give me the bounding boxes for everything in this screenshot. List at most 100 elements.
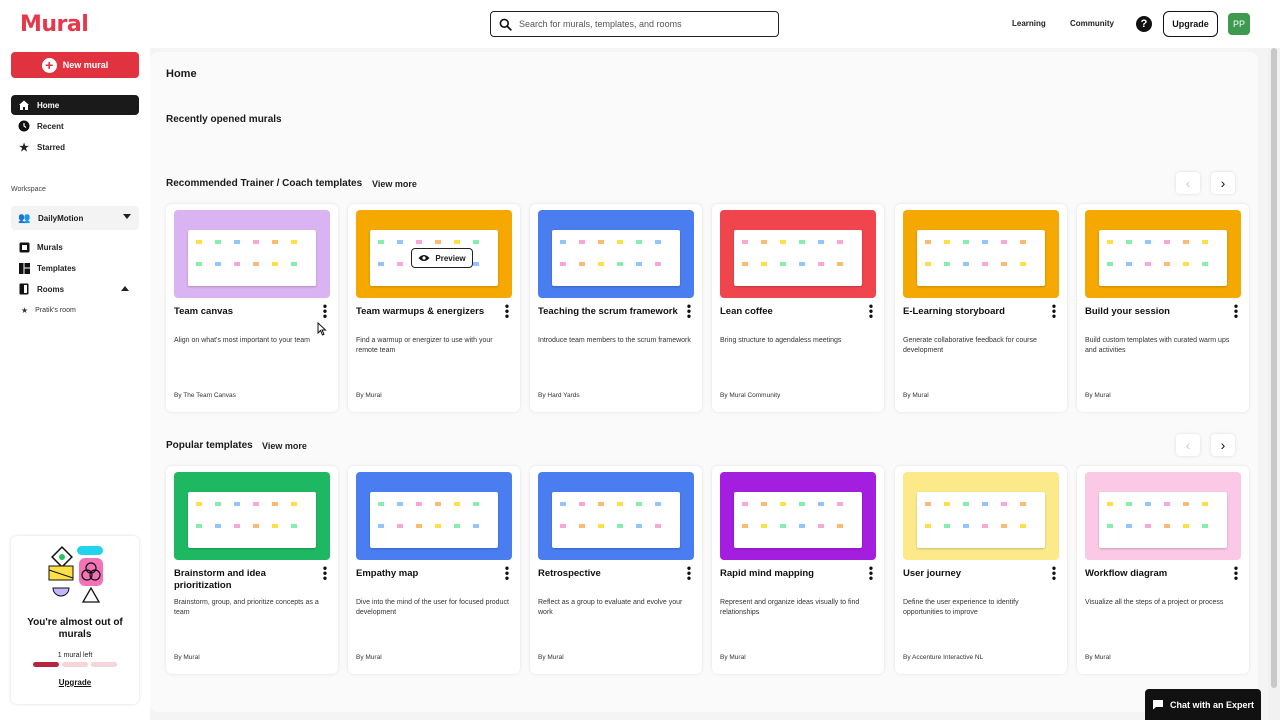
template-card[interactable]: Preview Team warmups & energizers Find a w… <box>348 204 520 412</box>
more-options-icon[interactable]: • • • <box>322 562 328 584</box>
sticky-note-mark <box>1164 524 1170 528</box>
more-options-icon[interactable]: • • • <box>1051 300 1057 322</box>
sticky-note-mark <box>837 262 843 266</box>
avatar[interactable]: PP <box>1228 13 1250 35</box>
sticky-note-mark <box>1202 502 1208 506</box>
mural-logo[interactable]: Mural <box>20 12 89 37</box>
template-card[interactable]: User journey Define the user experience t… <box>895 466 1067 674</box>
main-content: Home Recently opened murals Recommended … <box>150 52 1258 712</box>
workspace-selector[interactable]: 👥 DailyMotion <box>11 206 139 230</box>
scrollbar-thumb[interactable] <box>1271 48 1277 688</box>
recommended-view-more-link[interactable]: View more <box>372 179 417 189</box>
template-thumbnail[interactable] <box>1085 472 1241 560</box>
sidebar-item-label: Recent <box>37 121 64 131</box>
sidebar-item-starred[interactable]: ★ Starred <box>11 137 139 157</box>
template-thumbnail[interactable] <box>538 472 694 560</box>
template-card[interactable]: Team canvas Align on what's most importan… <box>166 204 338 412</box>
promo-upgrade-link[interactable]: Upgrade <box>11 678 139 687</box>
chat-with-expert-button[interactable]: Chat with an Expert <box>1145 689 1261 720</box>
sticky-note-mark <box>818 240 824 244</box>
caret-up-icon[interactable] <box>121 286 129 291</box>
sidebar-item-murals[interactable]: Murals <box>11 237 139 257</box>
sticky-note-mark <box>799 502 805 506</box>
popular-next-button[interactable]: › <box>1211 434 1235 456</box>
template-thumbnail[interactable] <box>720 210 876 298</box>
template-thumbnail[interactable] <box>174 472 330 560</box>
search-box[interactable] <box>490 11 779 37</box>
template-card[interactable]: Brainstorm and idea prioritization Brains… <box>166 466 338 674</box>
template-card[interactable]: Empathy map Dive into the mind of the use… <box>348 466 520 674</box>
sticky-note-mark <box>963 524 969 528</box>
template-name: User journey <box>903 568 962 579</box>
search-input[interactable] <box>519 19 759 29</box>
template-name: Team canvas <box>174 306 233 317</box>
new-mural-label: New mural <box>62 60 109 70</box>
template-card[interactable]: E-Learning storyboard Generate collaborat… <box>895 204 1067 412</box>
recommended-prev-button[interactable]: ‹ <box>1176 172 1200 194</box>
sticky-note-mark <box>982 524 988 528</box>
template-thumbnail[interactable] <box>174 210 330 298</box>
popular-view-more-link[interactable]: View more <box>262 441 307 451</box>
more-options-icon[interactable]: • • • <box>1051 562 1057 584</box>
template-card[interactable]: Rapid mind mapping Represent and organize… <box>712 466 884 674</box>
preview-button[interactable]: Preview <box>411 248 473 268</box>
template-thumbnail[interactable] <box>720 472 876 560</box>
rooms-icon <box>18 283 30 295</box>
sticky-note-mark <box>416 524 422 528</box>
template-thumbnail[interactable] <box>356 472 512 560</box>
sticky-note-mark <box>799 262 805 266</box>
more-options-icon[interactable]: • • • <box>868 562 874 584</box>
template-card[interactable]: Build your session Build custom templates… <box>1077 204 1249 412</box>
template-thumbnail[interactable] <box>903 210 1059 298</box>
more-options-icon[interactable]: • • • <box>686 300 692 322</box>
room-item[interactable]: ★ Pratik's room <box>21 306 76 315</box>
sticky-note-mark <box>397 524 403 528</box>
sticky-note-mark <box>636 524 642 528</box>
sticky-note-mark <box>560 502 566 506</box>
learning-link[interactable]: Learning <box>1012 19 1046 28</box>
sidebar-item-recent[interactable]: Recent <box>11 116 139 136</box>
upgrade-button[interactable]: Upgrade <box>1163 11 1218 37</box>
more-options-icon[interactable]: • • • <box>504 562 510 584</box>
sticky-note-mark <box>272 524 278 528</box>
new-mural-button[interactable]: + New mural <box>11 52 139 78</box>
sidebar-item-templates[interactable]: Templates <box>11 258 139 278</box>
template-thumbnail[interactable] <box>538 210 694 298</box>
sticky-note-mark <box>636 240 642 244</box>
template-card[interactable]: Lean coffee Bring structure to agendaless… <box>712 204 884 412</box>
template-thumbnail[interactable] <box>1085 210 1241 298</box>
search-icon <box>499 18 512 31</box>
sticky-note-mark <box>742 240 748 244</box>
more-options-icon[interactable]: • • • <box>504 300 510 322</box>
template-name: Lean coffee <box>720 306 773 317</box>
more-options-icon[interactable]: • • • <box>1233 562 1239 584</box>
sticky-note-mark <box>963 262 969 266</box>
board-preview-image <box>1099 230 1227 286</box>
recommended-next-button[interactable]: › <box>1211 172 1235 194</box>
template-thumbnail[interactable] <box>903 472 1059 560</box>
room-label: Pratik's room <box>35 307 76 314</box>
template-author: By Accenture Interactive NL <box>903 654 984 661</box>
help-icon[interactable]: ? <box>1136 16 1152 32</box>
sidebar-item-home[interactable]: Home <box>11 95 139 115</box>
sticky-note-mark <box>272 502 278 506</box>
more-options-icon[interactable]: • • • <box>686 562 692 584</box>
board-preview-image <box>370 492 498 548</box>
sidebar-item-rooms[interactable]: Rooms <box>11 279 139 299</box>
sticky-note-mark <box>636 262 642 266</box>
sticky-note-mark <box>1001 524 1007 528</box>
template-thumbnail[interactable]: Preview <box>356 210 512 298</box>
page-scrollbar[interactable] <box>1268 48 1280 720</box>
sticky-note-mark <box>378 262 384 266</box>
templates-icon <box>18 262 30 274</box>
template-card[interactable]: Workflow diagram Visualize all the steps … <box>1077 466 1249 674</box>
community-link[interactable]: Community <box>1070 19 1114 28</box>
popular-prev-button[interactable]: ‹ <box>1176 434 1200 456</box>
template-card[interactable]: Teaching the scrum framework Introduce te… <box>530 204 702 412</box>
more-options-icon[interactable]: • • • <box>868 300 874 322</box>
sticky-note-mark <box>435 502 441 506</box>
template-card[interactable]: Retrospective Reflect as a group to evalu… <box>530 466 702 674</box>
more-options-icon[interactable]: • • • <box>322 300 328 322</box>
more-options-icon[interactable]: • • • <box>1233 300 1239 322</box>
sticky-note-mark <box>215 524 221 528</box>
